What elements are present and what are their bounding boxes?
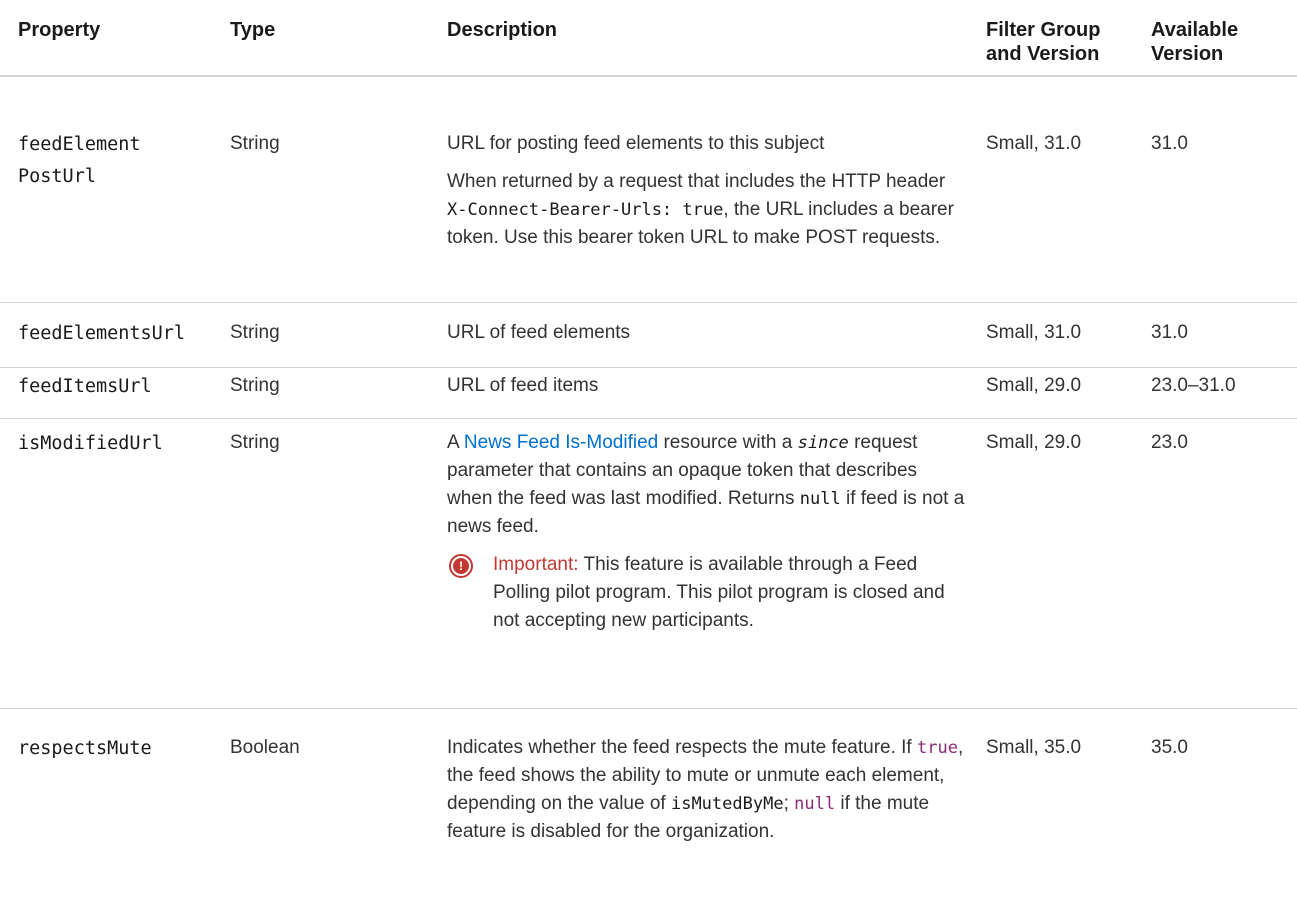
- filter-group-cell: Small, 31.0: [986, 322, 1082, 343]
- table-row: feedElement PostUrl String URL for posti…: [0, 77, 1297, 303]
- filter-group-cell: Small, 35.0: [986, 737, 1082, 758]
- table-row: isModifiedUrl String A News Feed Is-Modi…: [0, 419, 1297, 709]
- important-label: Important:: [493, 554, 579, 575]
- property-cell: feedElement PostUrl: [18, 134, 141, 187]
- header-filter-group: Filter Group and Version: [986, 18, 1136, 66]
- table-header: Property Type Description Filter Group a…: [0, 0, 1297, 77]
- header-available-version: Available Version: [1151, 18, 1291, 66]
- available-version-cell: 31.0: [1151, 322, 1188, 343]
- property-cell: feedElementsUrl: [18, 323, 186, 344]
- important-note: ! Important: This feature is available t…: [447, 551, 967, 635]
- news-feed-is-modified-link[interactable]: News Feed Is-Modified: [464, 432, 658, 453]
- important-icon: !: [449, 554, 473, 578]
- header-filter-line2: and Version: [986, 43, 1100, 65]
- header-available-line1: Available: [1151, 19, 1239, 41]
- available-version-cell: 23.0: [1151, 432, 1188, 453]
- type-cell: String: [230, 322, 280, 343]
- available-version-cell: 31.0: [1151, 133, 1188, 154]
- table-row: feedItemsUrl String URL of feed items Sm…: [0, 368, 1297, 419]
- type-cell: String: [230, 133, 280, 154]
- header-filter-line1: Filter Group: [986, 19, 1101, 41]
- description-cell: Indicates whether the feed respects the …: [447, 737, 964, 842]
- available-version-cell: 35.0: [1151, 737, 1188, 758]
- description-cell: URL of feed items: [447, 375, 599, 396]
- available-version-cell: 23.0–31.0: [1151, 375, 1236, 396]
- table-row: feedElementsUrl String URL of feed eleme…: [0, 303, 1297, 368]
- property-cell: respectsMute: [18, 738, 152, 759]
- header-type: Type: [230, 19, 276, 41]
- filter-group-cell: Small, 29.0: [986, 432, 1082, 453]
- description-cell: A News Feed Is-Modified resource with a …: [447, 429, 967, 635]
- property-cell: isModifiedUrl: [18, 433, 163, 454]
- type-cell: String: [230, 375, 280, 396]
- filter-group-cell: Small, 31.0: [986, 133, 1082, 154]
- description-cell: URL of feed elements: [447, 322, 631, 343]
- type-cell: Boolean: [230, 737, 300, 758]
- description-cell: URL for posting feed elements to this su…: [447, 133, 954, 248]
- table-row: respectsMute Boolean Indicates whether t…: [0, 709, 1297, 897]
- filter-group-cell: Small, 29.0: [986, 375, 1082, 396]
- header-property: Property: [18, 19, 101, 41]
- header-available-line2: Version: [1151, 43, 1224, 65]
- type-cell: String: [230, 432, 280, 453]
- property-cell: feedItemsUrl: [18, 376, 152, 397]
- header-description: Description: [447, 19, 558, 41]
